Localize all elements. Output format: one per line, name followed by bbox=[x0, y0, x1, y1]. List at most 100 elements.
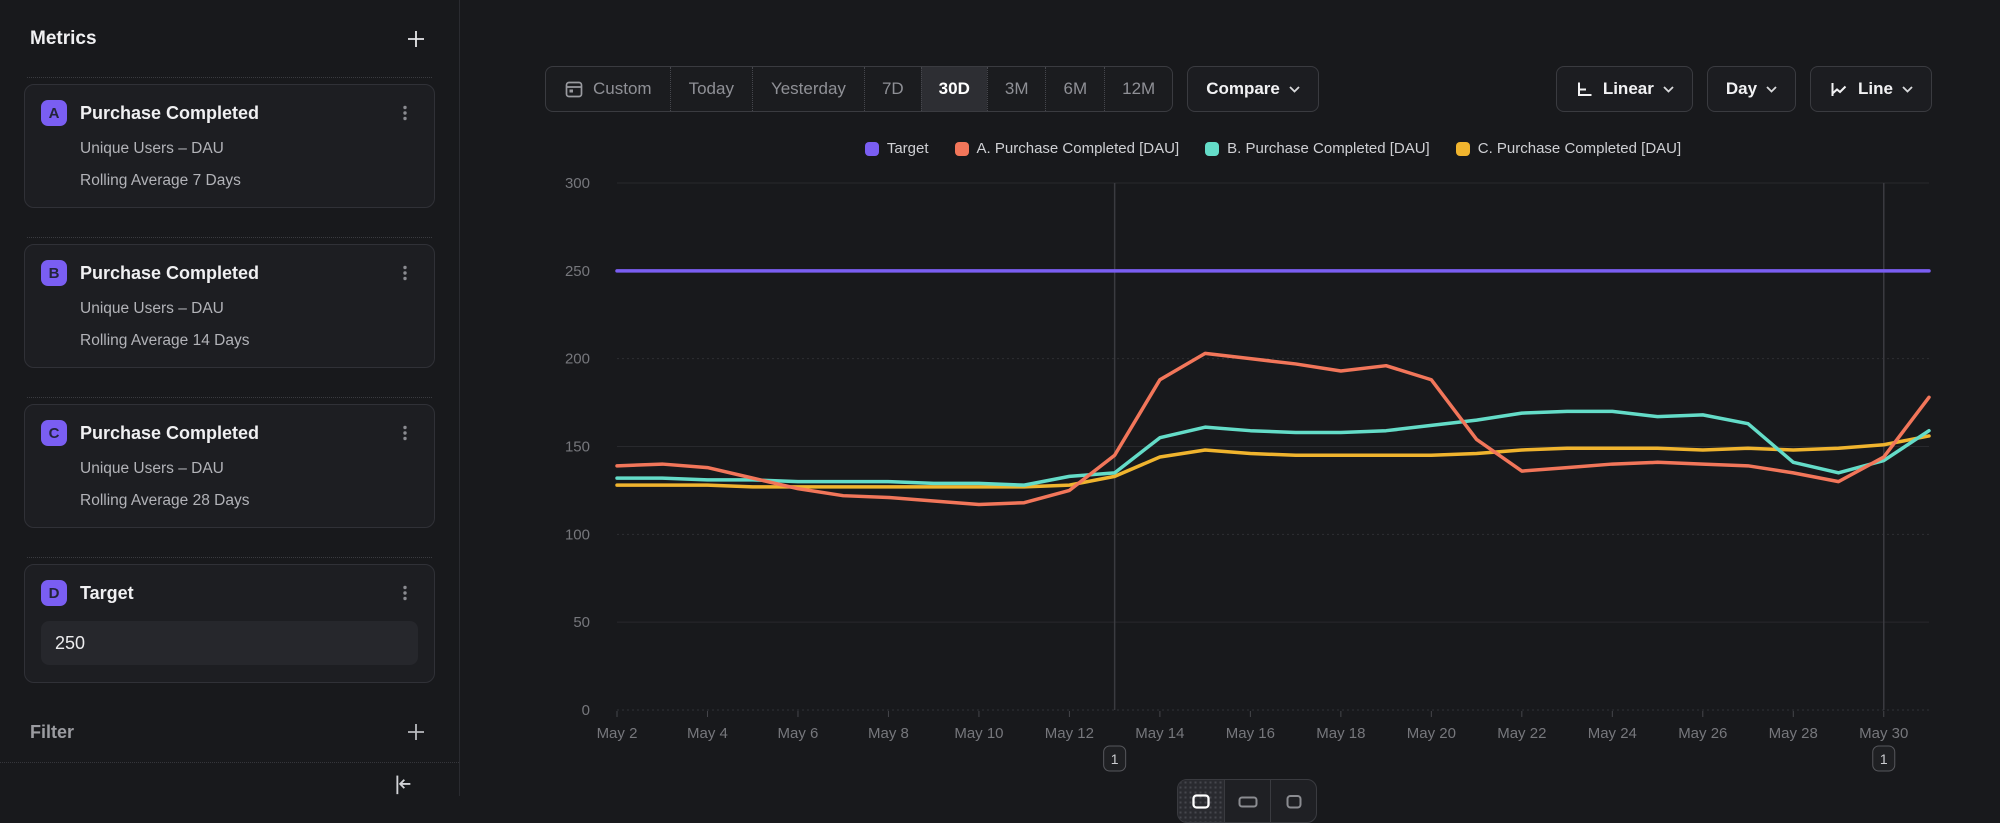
chevron-down-icon bbox=[1663, 86, 1674, 93]
y-axis-label: 150 bbox=[565, 439, 590, 456]
legend-item-a-purchase-completed-dau-[interactable]: A. Purchase Completed [DAU] bbox=[955, 140, 1180, 157]
line-chart-icon bbox=[1829, 80, 1849, 99]
chart-options-toolbar: Linear Day Line bbox=[1556, 66, 1932, 112]
legend-swatch bbox=[955, 142, 969, 156]
target-value-input[interactable] bbox=[41, 621, 418, 665]
legend-label: B. Purchase Completed [DAU] bbox=[1227, 140, 1430, 157]
y-axis-label: 50 bbox=[573, 614, 590, 631]
range-tab-label: 6M bbox=[1063, 79, 1087, 99]
scale-label: Linear bbox=[1603, 79, 1654, 99]
y-axis-label: 0 bbox=[582, 702, 590, 719]
metric-menu-button[interactable] bbox=[392, 420, 418, 446]
date-range-tabs: Custom Today Yesterday 7D 30D 3M 6M 12M bbox=[545, 66, 1173, 112]
range-tab-7d[interactable]: 7D bbox=[864, 67, 921, 111]
range-tab-12m[interactable]: 12M bbox=[1104, 67, 1172, 111]
x-axis-label: May 14 bbox=[1135, 725, 1184, 742]
x-axis-label: May 6 bbox=[778, 725, 819, 742]
legend-swatch bbox=[865, 142, 879, 156]
legend-item-b-purchase-completed-dau-[interactable]: B. Purchase Completed [DAU] bbox=[1205, 140, 1430, 157]
sidebar-footer-divider bbox=[0, 762, 459, 763]
kebab-menu-icon bbox=[396, 584, 414, 602]
chart-type-selector-button[interactable]: Line bbox=[1810, 66, 1932, 112]
x-axis-label: May 22 bbox=[1497, 725, 1546, 742]
range-tab-yesterday[interactable]: Yesterday bbox=[752, 67, 864, 111]
x-axis-label: May 20 bbox=[1407, 725, 1456, 742]
metric-badge-c: C bbox=[41, 420, 67, 446]
x-axis-label: May 26 bbox=[1678, 725, 1727, 742]
granularity-selector-button[interactable]: Day bbox=[1707, 66, 1796, 112]
x-axis-label: May 24 bbox=[1588, 725, 1637, 742]
compare-button[interactable]: Compare bbox=[1187, 66, 1319, 112]
calendar-icon bbox=[564, 79, 584, 99]
metric-badge-b: B bbox=[41, 260, 67, 286]
plus-icon bbox=[405, 721, 427, 743]
metric-card-b[interactable]: B Purchase Completed Unique Users – DAU … bbox=[24, 244, 435, 368]
add-filter-button[interactable] bbox=[403, 719, 429, 745]
metric-card-a[interactable]: A Purchase Completed Unique Users – DAU … bbox=[24, 84, 435, 208]
range-tab-3m[interactable]: 3M bbox=[987, 67, 1046, 111]
metric-measure: Unique Users – DAU bbox=[80, 140, 418, 158]
scale-selector-button[interactable]: Linear bbox=[1556, 66, 1693, 112]
large-card-view-icon bbox=[1189, 790, 1213, 814]
wide-card-view-button[interactable] bbox=[1224, 780, 1270, 822]
metric-rolling-window: Rolling Average 28 Days bbox=[80, 492, 418, 510]
kebab-menu-icon bbox=[396, 264, 414, 282]
line-chart-canvas[interactable]: 050100150200250300May 2May 4May 6May 8Ma… bbox=[560, 165, 1980, 785]
x-axis-label: May 28 bbox=[1769, 725, 1818, 742]
range-tab-6m[interactable]: 6M bbox=[1045, 67, 1104, 111]
metric-menu-button[interactable] bbox=[392, 100, 418, 126]
range-tab-today[interactable]: Today bbox=[670, 67, 752, 111]
legend-swatch bbox=[1456, 142, 1470, 156]
metric-badge-a: A bbox=[41, 100, 67, 126]
metric-rolling-window: Rolling Average 14 Days bbox=[80, 332, 418, 350]
range-tab-label: Today bbox=[689, 79, 734, 99]
x-axis-label: May 4 bbox=[687, 725, 728, 742]
large-card-view-button[interactable] bbox=[1178, 780, 1224, 822]
y-axis-label: 250 bbox=[565, 263, 590, 280]
metric-card-c[interactable]: C Purchase Completed Unique Users – DAU … bbox=[24, 404, 435, 528]
annotation-badge-label: 1 bbox=[1880, 751, 1888, 767]
kebab-menu-icon bbox=[396, 424, 414, 442]
compact-card-view-button[interactable] bbox=[1270, 780, 1316, 822]
compact-card-view-icon bbox=[1282, 790, 1306, 814]
range-tab-custom[interactable]: Custom bbox=[546, 67, 670, 111]
collapse-sidebar-button[interactable] bbox=[389, 770, 415, 796]
wide-card-view-icon bbox=[1236, 790, 1260, 814]
legend-item-c-purchase-completed-dau-[interactable]: C. Purchase Completed [DAU] bbox=[1456, 140, 1681, 157]
add-metric-button[interactable] bbox=[403, 26, 429, 52]
chart-type-label: Line bbox=[1858, 79, 1893, 99]
x-axis-label: May 18 bbox=[1316, 725, 1365, 742]
chevron-down-icon bbox=[1766, 86, 1777, 93]
target-title: Target bbox=[80, 583, 134, 604]
range-tab-label: 30D bbox=[939, 79, 970, 99]
target-card[interactable]: D Target bbox=[24, 564, 435, 683]
x-axis-label: May 30 bbox=[1859, 725, 1908, 742]
metric-menu-button[interactable] bbox=[392, 260, 418, 286]
granularity-label: Day bbox=[1726, 79, 1757, 99]
legend-item-target[interactable]: Target bbox=[865, 140, 929, 157]
range-tab-30d[interactable]: 30D bbox=[921, 67, 987, 111]
metric-title: Purchase Completed bbox=[80, 263, 259, 284]
range-tab-label: Custom bbox=[593, 79, 652, 99]
x-axis-label: May 10 bbox=[954, 725, 1003, 742]
metrics-title: Metrics bbox=[30, 28, 97, 50]
metric-measure: Unique Users – DAU bbox=[80, 300, 418, 318]
y-axis-label: 300 bbox=[565, 175, 590, 192]
filter-section: Filter bbox=[30, 719, 429, 745]
plus-icon bbox=[405, 28, 427, 50]
view-size-toggle bbox=[1177, 779, 1317, 823]
range-tab-label: 7D bbox=[882, 79, 904, 99]
metric-card-c-head: C Purchase Completed bbox=[41, 420, 418, 446]
x-axis-label: May 8 bbox=[868, 725, 909, 742]
metric-menu-button[interactable] bbox=[392, 580, 418, 606]
metrics-header: Metrics bbox=[30, 26, 429, 52]
range-tab-label: 3M bbox=[1005, 79, 1029, 99]
metric-measure: Unique Users – DAU bbox=[80, 460, 418, 478]
x-axis-label: May 12 bbox=[1045, 725, 1094, 742]
x-axis-label: May 16 bbox=[1226, 725, 1275, 742]
chevron-down-icon bbox=[1902, 86, 1913, 93]
kebab-menu-icon bbox=[396, 104, 414, 122]
metric-card-a-head: A Purchase Completed bbox=[41, 100, 418, 126]
metric-card-b-head: B Purchase Completed bbox=[41, 260, 418, 286]
metrics-sidebar: Metrics A Purchase Completed Unique User… bbox=[0, 0, 460, 796]
